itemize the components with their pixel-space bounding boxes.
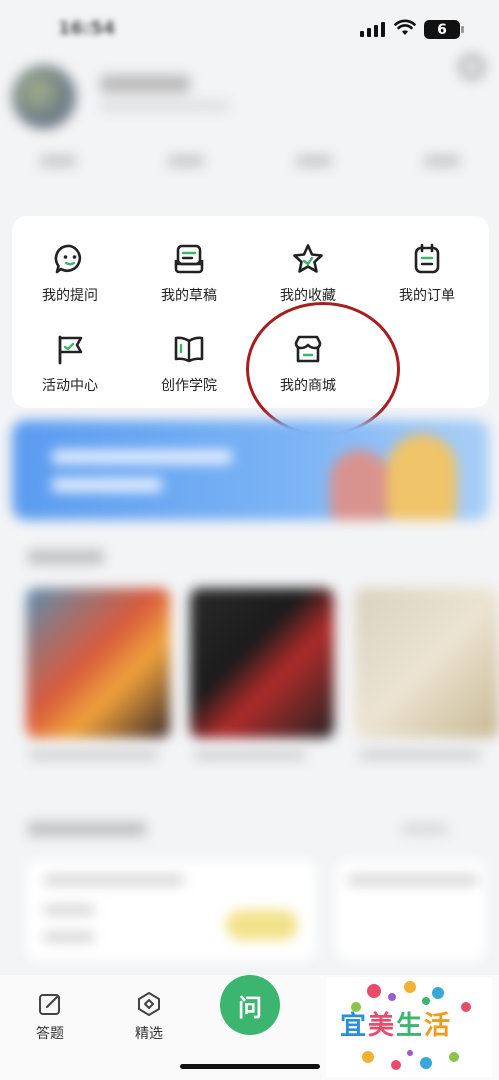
section-title xyxy=(28,550,104,564)
tab-featured[interactable]: 精选 xyxy=(119,991,179,1043)
battery-icon: 6 xyxy=(424,20,464,39)
menu-label: 我的草稿 xyxy=(161,288,217,304)
book-icon xyxy=(174,336,204,363)
order-icon xyxy=(414,243,440,274)
profile-stats xyxy=(40,155,460,167)
watermark-char: 美 xyxy=(368,1011,395,1041)
menu-item-creator-academy[interactable]: 创作学院 xyxy=(134,324,244,404)
wifi-icon xyxy=(394,19,416,35)
tab-answer-label: 答题 xyxy=(36,1026,64,1042)
promo-banner[interactable] xyxy=(12,420,489,520)
username xyxy=(100,75,190,93)
card-caption xyxy=(195,750,305,760)
menu-label: 活动中心 xyxy=(42,378,98,394)
content-card[interactable] xyxy=(26,588,170,738)
star-icon xyxy=(293,244,323,273)
flag-icon xyxy=(58,335,83,365)
menu-label: 我的提问 xyxy=(42,288,98,304)
menu-item-my-orders[interactable]: 我的订单 xyxy=(372,234,482,314)
content-card[interactable] xyxy=(355,588,499,738)
menu-item-my-favorites[interactable]: 我的收藏 xyxy=(253,234,363,314)
section-title xyxy=(28,822,146,836)
card-caption xyxy=(30,750,158,760)
menu-item-my-mall[interactable]: 我的商城 xyxy=(253,324,363,404)
card-caption xyxy=(360,750,480,760)
menu-label: 我的商城 xyxy=(280,378,336,394)
featured-icon xyxy=(138,992,160,1016)
tab-featured-label: 精选 xyxy=(135,1026,163,1042)
avatar[interactable] xyxy=(12,65,76,129)
ask-button[interactable]: 问 xyxy=(220,975,280,1035)
user-subtitle xyxy=(100,101,230,111)
ask-button-label: 问 xyxy=(238,993,262,1022)
store-icon xyxy=(294,335,322,363)
tab-answer[interactable]: 答题 xyxy=(20,991,80,1043)
settings-icon[interactable] xyxy=(460,55,484,79)
profile-header xyxy=(0,55,499,215)
home-indicator xyxy=(180,1064,320,1069)
answer-tag[interactable] xyxy=(226,910,298,940)
watermark-char: 活 xyxy=(424,1011,451,1041)
edit-icon xyxy=(39,994,60,1015)
section-more[interactable] xyxy=(402,824,448,834)
signal-icon xyxy=(360,22,385,37)
status-time: 16:54 xyxy=(58,18,116,39)
question-text xyxy=(348,875,478,885)
drafts-icon xyxy=(174,244,204,274)
menu-item-my-drafts[interactable]: 我的草稿 xyxy=(134,234,244,314)
menu-item-activity-center[interactable]: 活动中心 xyxy=(15,324,125,404)
question-meta xyxy=(44,905,94,915)
menu-label: 我的订单 xyxy=(399,288,455,304)
status-bar: 16:54 6 xyxy=(0,0,499,60)
question-meta xyxy=(44,932,94,942)
watermark-logo: 宜 美 生 活 xyxy=(326,977,492,1077)
question-text xyxy=(44,875,184,885)
battery-level: 6 xyxy=(437,21,447,38)
watermark-char: 生 xyxy=(396,1011,423,1041)
chat-face-icon xyxy=(54,244,82,274)
watermark-char: 宜 xyxy=(340,1011,367,1041)
menu-label: 我的收藏 xyxy=(280,288,336,304)
menu-item-my-questions[interactable]: 我的提问 xyxy=(15,234,125,314)
content-card[interactable] xyxy=(190,588,334,738)
menu-grid: 我的提问 我的草稿 我的收藏 我的订单 活动中心 创作学院 我的商城 xyxy=(12,216,489,408)
menu-label: 创作学院 xyxy=(161,378,217,394)
